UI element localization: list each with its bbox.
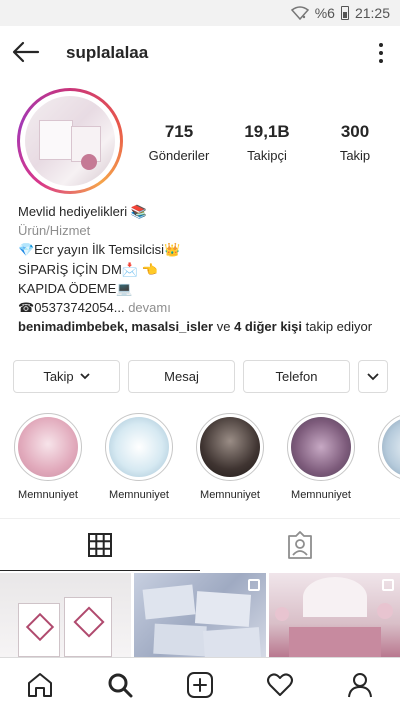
profile-tabs: [0, 518, 400, 571]
story-highlights: Memnuniyet Memnuniyet Memnuniyet Memnuni…: [0, 413, 400, 505]
tab-posts-grid[interactable]: [0, 519, 200, 571]
profile-icon: [348, 672, 372, 697]
posts-stat[interactable]: 715 Gönderiler: [135, 122, 223, 163]
following-stat[interactable]: 300 Takip: [311, 122, 399, 163]
multiple-posts-icon: [247, 579, 260, 591]
profile-avatar[interactable]: [17, 88, 123, 194]
battery-percent: %6: [314, 5, 335, 21]
suggestions-button[interactable]: [358, 360, 388, 393]
chevron-down-icon: [367, 372, 379, 380]
more-options-icon[interactable]: [378, 43, 384, 63]
highlight-cover: [291, 417, 351, 477]
bio-more-link[interactable]: devamı: [128, 300, 171, 315]
highlight-item[interactable]: Memnuniyet: [104, 413, 174, 501]
post-thumbnail[interactable]: [268, 573, 400, 657]
follow-button[interactable]: Takip: [13, 360, 120, 393]
highlight-cover: [200, 417, 260, 477]
posts-label: Gönderiler: [148, 148, 210, 163]
nav-new-post[interactable]: [184, 669, 216, 701]
highlight-label: Memnuniyet: [109, 489, 169, 501]
followers-count: 19,1B: [244, 122, 290, 141]
bio-line: SİPARİŞ İÇİN DM📩 👈: [18, 261, 158, 277]
followers-label: Takipçi: [247, 148, 287, 163]
highlight-item[interactable]: Memnuniyet: [13, 413, 83, 501]
highlight-cover: [382, 417, 400, 477]
add-icon: [187, 671, 213, 698]
followed-by-others: 4 diğer kişi: [234, 319, 302, 335]
followed-by-names: benimadimbebek, masalsi_isler: [18, 319, 214, 335]
search-icon: [108, 673, 133, 697]
clock: 21:25: [354, 5, 390, 21]
posts-grid: [0, 573, 400, 657]
nav-profile[interactable]: [344, 669, 376, 701]
highlight-item[interactable]: Memnuniyet: [286, 413, 356, 501]
status-bar: %6 21:25: [0, 0, 400, 26]
post-thumbnail[interactable]: [0, 573, 132, 657]
nav-home[interactable]: [24, 669, 56, 701]
highlight-label: Memnuniyet: [200, 489, 260, 501]
profile-actions: Takip Mesaj Telefon: [13, 360, 388, 393]
nav-search[interactable]: [104, 669, 136, 701]
highlight-label: Memnuniyet: [291, 489, 351, 501]
back-arrow-icon[interactable]: [10, 38, 42, 66]
highlight-cover: [18, 417, 78, 477]
following-count: 300: [340, 122, 370, 141]
tab-tagged[interactable]: [200, 519, 400, 571]
profile-bio: Mevlid hediyelikleri 📚 Ürün/Hizmet 💎Ecr …: [18, 202, 388, 336]
phone-button[interactable]: Telefon: [243, 360, 350, 393]
follow-button-label: Takip: [43, 369, 74, 384]
chevron-down-icon: [80, 373, 90, 380]
bio-category: Ürün/Hizmet: [18, 223, 91, 239]
highlight-label: Mem: [377, 489, 400, 501]
message-button-label: Mesaj: [164, 369, 199, 384]
followers-stat[interactable]: 19,1B Takipçi: [223, 122, 311, 163]
profile-header: suplalalaa: [0, 26, 400, 80]
followed-by[interactable]: benimadimbebek, masalsi_isler ve 4 diğer…: [18, 317, 388, 336]
heart-icon: [267, 672, 293, 696]
bio-line: KAPIDA ÖDEME💻: [18, 280, 133, 296]
bio-name: Mevlid hediyelikleri 📚: [18, 204, 147, 219]
home-icon: [28, 672, 52, 697]
multiple-posts-icon: [381, 579, 394, 591]
highlight-item[interactable]: Mem: [377, 413, 400, 501]
bottom-navigation: [0, 657, 400, 711]
message-button[interactable]: Mesaj: [128, 360, 235, 393]
profile-stats: 715 Gönderiler 19,1B Takipçi 300 Takip: [135, 122, 400, 163]
profile-username: suplalalaa: [66, 43, 149, 62]
highlight-cover: [109, 417, 169, 477]
phone-button-label: Telefon: [275, 369, 318, 384]
battery-icon: [340, 6, 349, 20]
nav-activity[interactable]: [264, 669, 296, 701]
bio-phone: ☎05373742054...: [18, 300, 125, 316]
tagged-icon: [288, 531, 312, 559]
post-thumbnail[interactable]: [134, 573, 266, 657]
grid-icon: [88, 532, 112, 557]
following-label: Takip: [339, 148, 371, 163]
highlight-label: Memnuniyet: [18, 489, 78, 501]
posts-count: 715: [164, 122, 194, 141]
wifi-icon: [290, 6, 309, 20]
highlight-item[interactable]: Memnuniyet: [195, 413, 265, 501]
bio-line: 💎Ecr yayın İlk Temsilcisi👑: [18, 242, 181, 258]
